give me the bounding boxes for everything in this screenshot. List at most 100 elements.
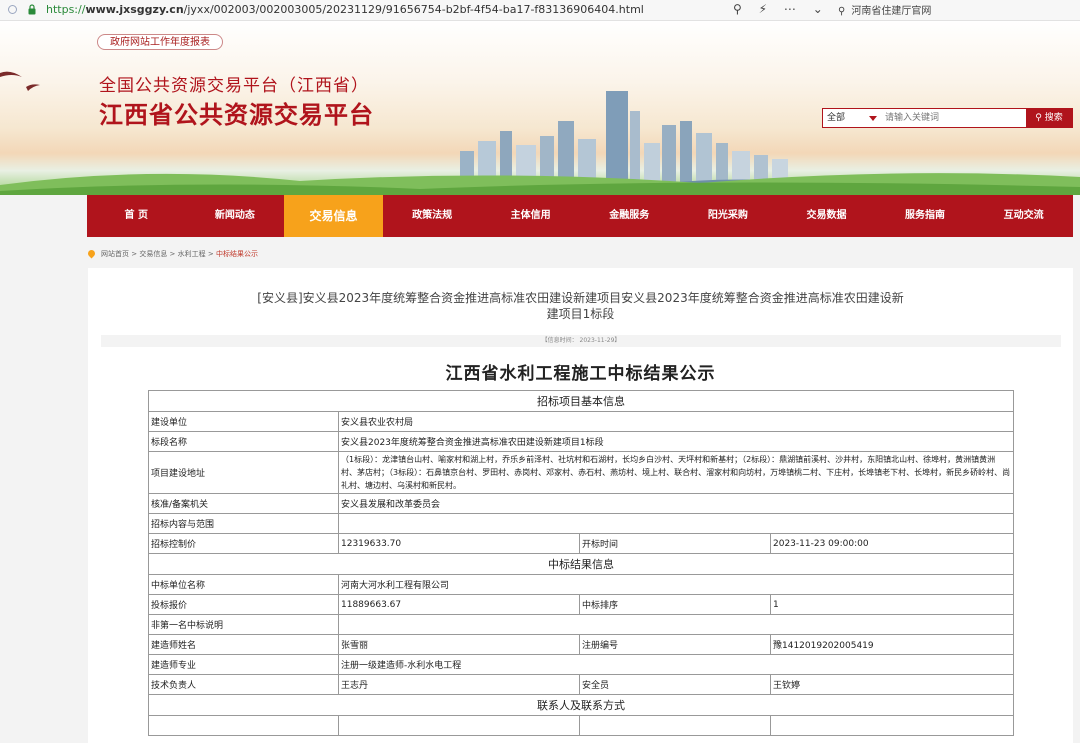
- nav-credit[interactable]: 主体信用: [481, 195, 580, 237]
- cell-value: [338, 715, 580, 736]
- logo-title: 江西省公共资源交易平台: [99, 100, 374, 129]
- cell-label: 建设单位: [148, 411, 339, 432]
- search-icon: ⚲: [1035, 113, 1042, 123]
- breadcrumb-path[interactable]: 网站首页 > 交易信息 > 水利工程 >: [101, 250, 216, 258]
- cell-label: [148, 715, 339, 736]
- site-header: 政府网站工作年度报表 全国公共资源交易平台（江西省） 江西省公共资源交易平台 全…: [0, 21, 1080, 195]
- table-row: 招标控制价 12319633.70 开标时间 2023-11-23 09:00:00: [148, 533, 1014, 554]
- birds-decoration-icon: [0, 71, 40, 91]
- nav-interaction[interactable]: 互动交流: [974, 195, 1073, 237]
- table-row: 中标结果信息: [148, 553, 1014, 575]
- cell-label: 注册编号: [579, 634, 771, 655]
- url-scheme: https://: [46, 3, 86, 16]
- table-row: 建造师专业 注册一级建造师-水利水电工程: [148, 654, 1014, 675]
- site-search-button[interactable]: ⚲ 搜索: [1026, 109, 1072, 127]
- cell-value: 安义县2023年度统筹整合资金推进高标准农田建设新建项目1标段: [338, 431, 1014, 452]
- site-search-box: 全部 ⚲ 搜索: [822, 108, 1073, 128]
- document-title: 江西省水利工程施工中标结果公示: [445, 364, 716, 384]
- article-title-line1: [安义县]安义县2023年度统筹整合资金推进高标准农田建设新建项目安义县2023…: [257, 291, 904, 305]
- cell-label: 建造师姓名: [148, 634, 339, 655]
- cell-value: 河南大河水利工程有限公司: [338, 574, 1014, 595]
- browser-tools: ⚲ ⚡ ⋯ ⌄: [733, 2, 836, 16]
- cell-value: （1标段）：龙津镇台山村、喻家村和湖上村，乔乐乡前泽村、社坑村和石湖村，长均乡白…: [338, 451, 1014, 494]
- cell-value: 11889663.67: [338, 594, 580, 615]
- browser-toolbar: https://www.jxsggzy.cn/jyxx/002003/00200…: [0, 0, 1080, 21]
- search-icon: ⚲: [838, 6, 846, 17]
- table-row: 建造师姓名 张雪丽 注册编号 豫1412019202005419: [148, 634, 1014, 655]
- table-row: 项目建设地址 （1标段）：龙津镇台山村、喻家村和湖上村，乔乐乡前泽村、社坑村和石湖…: [148, 451, 1014, 494]
- table-row: 核准/备案机关 安义县发展和改革委员会: [148, 493, 1014, 514]
- nav-trade-info[interactable]: 交易信息: [284, 195, 383, 237]
- table-row: [148, 715, 1014, 736]
- table-row: 技术负责人 王志丹 安全员 王钦婷: [148, 674, 1014, 695]
- cell-label: 招标控制价: [148, 533, 339, 554]
- info-time: 【信息时间： 2023-11-29】: [101, 335, 1061, 347]
- section-header: 联系人及联系方式: [148, 694, 1014, 716]
- table-row: 非第一名中标说明: [148, 614, 1014, 635]
- browser-shield-icon[interactable]: [8, 5, 17, 14]
- lock-icon: [28, 4, 36, 15]
- cell-label: 技术负责人: [148, 674, 339, 695]
- section-header: 中标结果信息: [148, 553, 1014, 575]
- nav-procurement[interactable]: 阳光采购: [679, 195, 778, 237]
- cell-label: 中标单位名称: [148, 574, 339, 595]
- site-search-input[interactable]: [881, 110, 1034, 126]
- address-bar[interactable]: https://www.jxsggzy.cn/jyxx/002003/00200…: [46, 3, 644, 16]
- search-scope-select[interactable]: 全部: [823, 109, 881, 127]
- table-row: 招标项目基本信息: [148, 390, 1014, 412]
- chevron-down-icon[interactable]: ⌄: [813, 2, 823, 16]
- cell-label: 投标报价: [148, 594, 339, 615]
- table-row: 标段名称 安义县2023年度统筹整合资金推进高标准农田建设新建项目1标段: [148, 431, 1014, 452]
- location-pin-icon: [86, 248, 97, 259]
- url-path: /jyxx/002003/002003005/20231129/91656754…: [183, 3, 644, 16]
- article-panel: [安义县]安义县2023年度统筹整合资金推进高标准农田建设新建项目安义县2023…: [88, 268, 1073, 743]
- nav-guide[interactable]: 服务指南: [876, 195, 975, 237]
- green-hills-decoration: [0, 173, 1080, 195]
- nav-news[interactable]: 新闻动态: [186, 195, 285, 237]
- cell-value: 2023-11-23 09:00:00: [770, 533, 1014, 554]
- result-table: 招标项目基本信息 建设单位 安义县农业农村局 标段名称 安义县2023年度统筹整合资…: [148, 390, 1014, 736]
- cell-value: 1: [770, 594, 1014, 615]
- table-row: 投标报价 11889663.67 中标排序 1: [148, 594, 1014, 615]
- cell-label: 标段名称: [148, 431, 339, 452]
- more-icon[interactable]: ⋯: [784, 2, 796, 16]
- caret-down-icon: [869, 116, 877, 121]
- cell-value: 王钦婷: [770, 674, 1014, 695]
- section-header: 招标项目基本信息: [148, 390, 1014, 412]
- nav-finance[interactable]: 金融服务: [580, 195, 679, 237]
- cell-value: 12319633.70: [338, 533, 580, 554]
- bolt-icon[interactable]: ⚡: [759, 2, 767, 16]
- cell-value: 安义县农业农村局: [338, 411, 1014, 432]
- cell-value: 王志丹: [338, 674, 580, 695]
- browser-search-text: 河南省住建厅官网: [851, 6, 932, 17]
- cell-value: 豫1412019202005419: [770, 634, 1014, 655]
- search-button-label: 搜索: [1044, 113, 1063, 123]
- nav-trade-data[interactable]: 交易数据: [777, 195, 876, 237]
- cell-value: 注册一级建造师-水利水电工程: [338, 654, 1014, 675]
- logo-subtitle: 全国公共资源交易平台（江西省）: [99, 76, 369, 96]
- cell-label: 核准/备案机关: [148, 493, 339, 514]
- zoom-icon[interactable]: ⚲: [733, 2, 742, 16]
- table-row: 招标内容与范围: [148, 513, 1014, 534]
- browser-search[interactable]: ⚲ 河南省住建厅官网: [832, 2, 1072, 17]
- main-nav: 首 页 新闻动态 交易信息 政策法规 主体信用 金融服务 阳光采购 交易数据 服…: [87, 195, 1073, 237]
- nav-policy[interactable]: 政策法规: [383, 195, 482, 237]
- article-title-line2: 建项目1标段: [546, 307, 615, 321]
- cell-label: 中标排序: [579, 594, 771, 615]
- table-row: 中标单位名称 河南大河水利工程有限公司: [148, 574, 1014, 595]
- cell-label: 非第一名中标说明: [148, 614, 339, 635]
- cell-label: 开标时间: [579, 533, 771, 554]
- cell-label: [579, 715, 771, 736]
- cell-value: 安义县发展和改革委员会: [338, 493, 1014, 514]
- cell-label: 建造师专业: [148, 654, 339, 675]
- search-scope-label: 全部: [827, 113, 846, 123]
- breadcrumb: 网站首页 > 交易信息 > 水利工程 > 中标结果公示: [86, 248, 258, 259]
- breadcrumb-current: 中标结果公示: [215, 250, 258, 258]
- cell-label: 招标内容与范围: [148, 513, 339, 534]
- cell-value: [770, 715, 1014, 736]
- cell-label: 安全员: [579, 674, 771, 695]
- nav-home[interactable]: 首 页: [87, 195, 186, 237]
- annual-report-link[interactable]: 政府网站工作年度报表: [97, 34, 223, 50]
- cell-value: 张雪丽: [338, 634, 580, 655]
- table-row: 建设单位 安义县农业农村局: [148, 411, 1014, 432]
